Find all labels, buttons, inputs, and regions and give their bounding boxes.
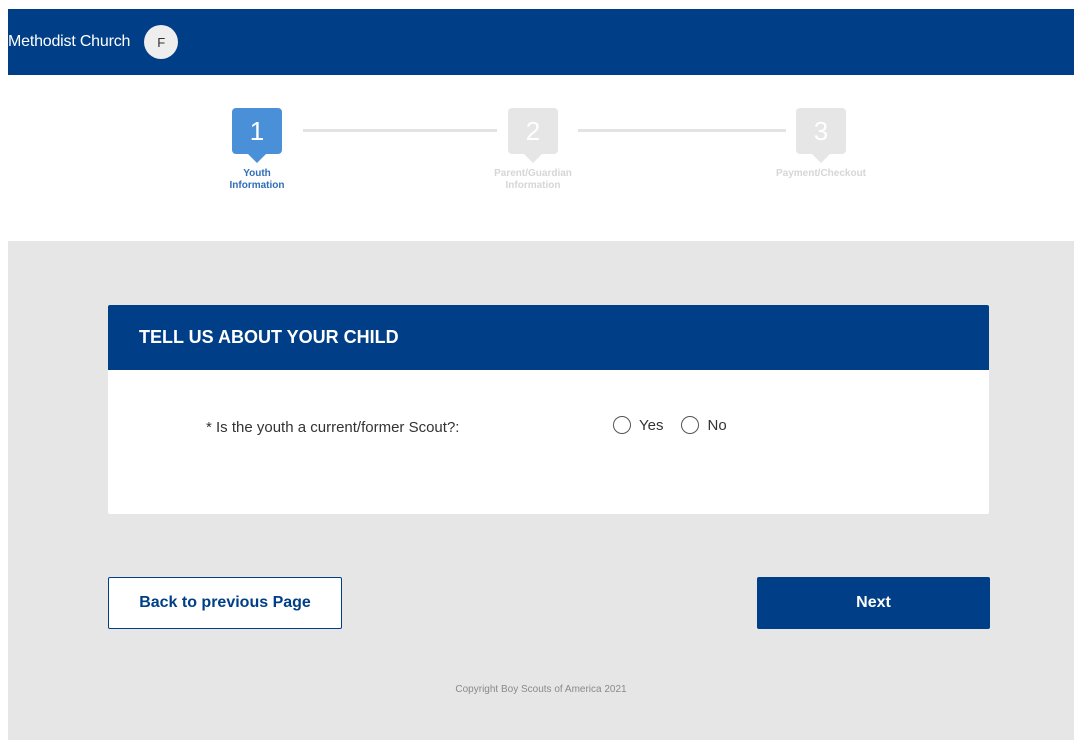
- radio-no-label: No: [707, 416, 727, 434]
- radio-option-yes[interactable]: Yes: [613, 416, 663, 434]
- step-number-badge: 2: [508, 108, 558, 163]
- next-button[interactable]: Next: [757, 577, 990, 629]
- top-bar: Methodist Church F: [8, 9, 1074, 75]
- main-content: TELL US ABOUT YOUR CHILD * Is the youth …: [8, 241, 1074, 740]
- scout-question-label: * Is the youth a current/former Scout?:: [206, 419, 460, 436]
- back-button[interactable]: Back to previous Page: [108, 577, 342, 629]
- user-avatar[interactable]: F: [144, 25, 179, 59]
- progress-stepper: 1 Youth Information 2 Parent/Guardian In…: [8, 75, 1074, 241]
- step-label: Parent/Guardian Information: [494, 168, 572, 191]
- step-parent-guardian-information: 2 Parent/Guardian Information: [483, 108, 583, 192]
- radio-yes-label: Yes: [639, 416, 664, 434]
- step-payment-checkout: 3 Payment/Checkout: [771, 108, 871, 180]
- step-label: Youth Information: [229, 168, 285, 191]
- step-number-badge: 1: [232, 108, 282, 163]
- organization-name: Methodist Church: [8, 33, 131, 50]
- step-label: Payment/Checkout: [775, 168, 867, 179]
- step-youth-information: 1 Youth Information: [207, 108, 307, 192]
- step-connector-1-2: [303, 129, 497, 132]
- child-info-card: TELL US ABOUT YOUR CHILD * Is the youth …: [108, 305, 989, 514]
- step-number-badge: 3: [796, 108, 846, 163]
- copyright-footer: Copyright Boy Scouts of America 2021: [455, 684, 627, 695]
- scout-question-row: * Is the youth a current/former Scout?: …: [108, 416, 989, 440]
- card-title: TELL US ABOUT YOUR CHILD: [108, 305, 989, 370]
- step-connector-2-3: [578, 129, 786, 132]
- radio-no[interactable]: [681, 416, 700, 434]
- radio-option-no[interactable]: No: [681, 416, 727, 434]
- radio-yes[interactable]: [613, 416, 631, 434]
- scout-radio-group: Yes No: [613, 416, 745, 434]
